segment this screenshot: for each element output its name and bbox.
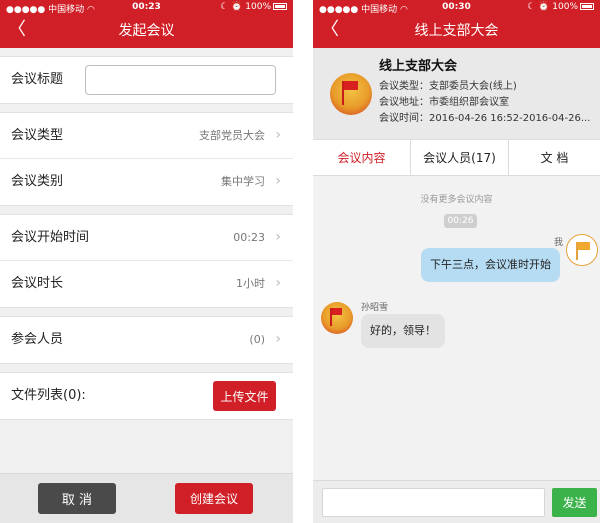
time-group: 会议开始时间 00:23 › 会议时长 1小时 ›: [0, 214, 293, 308]
other-message-bubble[interactable]: 好的，领导！: [361, 314, 445, 348]
status-bar: ●●●●● 中国移动 ◠ 00:30 ☾ ⏰ 100%: [313, 0, 600, 15]
alarm-icon: ⏰: [538, 2, 550, 12]
meeting-duration-value: 1小时: [236, 277, 265, 290]
meeting-category-row[interactable]: 会议类别 集中学习 ›: [0, 159, 293, 205]
message-compose-bar: 发送: [313, 480, 600, 523]
chevron-right-icon: ›: [275, 173, 281, 189]
sender-name-label: 孙昭雪: [361, 303, 389, 313]
chevron-right-icon: ›: [275, 127, 281, 143]
title-group: 会议标题: [0, 56, 293, 104]
status-right: ☾ ⏰ 100%: [220, 2, 287, 12]
meeting-duration-label: 会议时长: [11, 276, 64, 291]
attendees-group: 参会人员 (0) ›: [0, 316, 293, 364]
nav-bar: 〈 发起会议: [0, 14, 293, 48]
party-emblem-icon[interactable]: [321, 302, 353, 334]
page-title: 线上支部大会: [414, 23, 499, 39]
cancel-button[interactable]: 取 消: [38, 483, 116, 514]
upload-file-button[interactable]: 上传文件: [213, 381, 276, 411]
meeting-title-row: 会议标题: [0, 57, 293, 103]
nav-bar: 〈 线上支部大会: [313, 14, 600, 48]
alarm-icon: ⏰: [231, 2, 243, 12]
file-list-row: 文件列表(0): 上传文件: [0, 373, 293, 419]
create-meeting-screen: ●●●●● 中国移动 ◠ 00:23 ☾ ⏰ 100% 〈 发起会议 会议标题 …: [0, 0, 293, 523]
battery-icon: [580, 3, 594, 10]
chat-area[interactable]: 没有更多会议内容 00:26 我 下午三点，会议准时开始 孙昭雪 好的，领导！: [313, 180, 600, 480]
meeting-info-address: 会议地址：市委组织部会议室: [379, 97, 509, 108]
attendees-label: 参会人员: [11, 332, 64, 347]
meeting-title-label: 会议标题: [11, 72, 64, 87]
meeting-duration-row[interactable]: 会议时长 1小时 ›: [0, 261, 293, 307]
my-message-bubble[interactable]: 下午三点，会议准时开始: [421, 248, 560, 282]
tab-meeting-content[interactable]: 会议内容: [313, 140, 410, 176]
meeting-category-value: 集中学习: [221, 175, 265, 188]
my-name-label: 我: [553, 238, 563, 248]
moon-icon: ☾: [220, 2, 229, 12]
status-bar: ●●●●● 中国移动 ◠ 00:23 ☾ ⏰ 100%: [0, 0, 293, 15]
file-list-label: 文件列表(0):: [11, 388, 86, 403]
no-more-content-hint: 没有更多会议内容: [420, 195, 493, 205]
tab-documents[interactable]: 文 档: [509, 140, 600, 176]
party-emblem-icon: [330, 73, 372, 115]
meeting-tabs: 会议内容 会议人员(17) 文 档: [313, 140, 600, 176]
bottom-action-bar: 取 消 创建会议: [0, 473, 293, 523]
meeting-info-title: 线上支部大会: [379, 59, 458, 74]
moon-icon: ☾: [527, 2, 536, 12]
battery-icon: [273, 3, 287, 10]
chevron-right-icon: ›: [275, 331, 281, 347]
meeting-title-input[interactable]: [85, 65, 276, 95]
meeting-info-card: 线上支部大会 会议类型：支部委员大会(线上) 会议地址：市委组织部会议室 会议时…: [313, 48, 600, 140]
meeting-chat-screen: ●●●●● 中国移动 ◠ 00:30 ☾ ⏰ 100% 〈 线上支部大会 线上支…: [313, 0, 600, 523]
meeting-type-value: 支部党员大会: [199, 129, 265, 142]
files-group: 文件列表(0): 上传文件: [0, 372, 293, 420]
chevron-right-icon: ›: [275, 229, 281, 245]
meeting-info-type: 会议类型：支部委员大会(线上): [379, 81, 517, 92]
chevron-right-icon: ›: [275, 275, 281, 291]
meeting-info-time: 会议时间：2016-04-26 16:52-2016-04-26...: [379, 113, 591, 124]
tab-meeting-members[interactable]: 会议人员(17): [411, 140, 508, 176]
message-time-chip: 00:26: [444, 214, 477, 228]
type-group: 会议类型 支部党员大会 › 会议类别 集中学习 ›: [0, 112, 293, 206]
meeting-type-label: 会议类型: [11, 128, 64, 143]
meeting-start-row[interactable]: 会议开始时间 00:23 ›: [0, 215, 293, 261]
page-title: 发起会议: [118, 23, 175, 39]
status-right: ☾ ⏰ 100%: [527, 2, 594, 12]
meeting-category-label: 会议类别: [11, 174, 64, 189]
send-button[interactable]: 发送: [552, 488, 597, 517]
create-meeting-button[interactable]: 创建会议: [175, 483, 253, 514]
meeting-type-row[interactable]: 会议类型 支部党员大会 ›: [0, 113, 293, 159]
flag-icon[interactable]: [566, 234, 598, 266]
message-input[interactable]: [322, 488, 545, 517]
attendees-count: (0): [249, 333, 265, 346]
meeting-start-value: 00:23: [233, 231, 265, 244]
meeting-start-label: 会议开始时间: [11, 230, 90, 245]
attendees-row[interactable]: 参会人员 (0) ›: [0, 317, 293, 363]
